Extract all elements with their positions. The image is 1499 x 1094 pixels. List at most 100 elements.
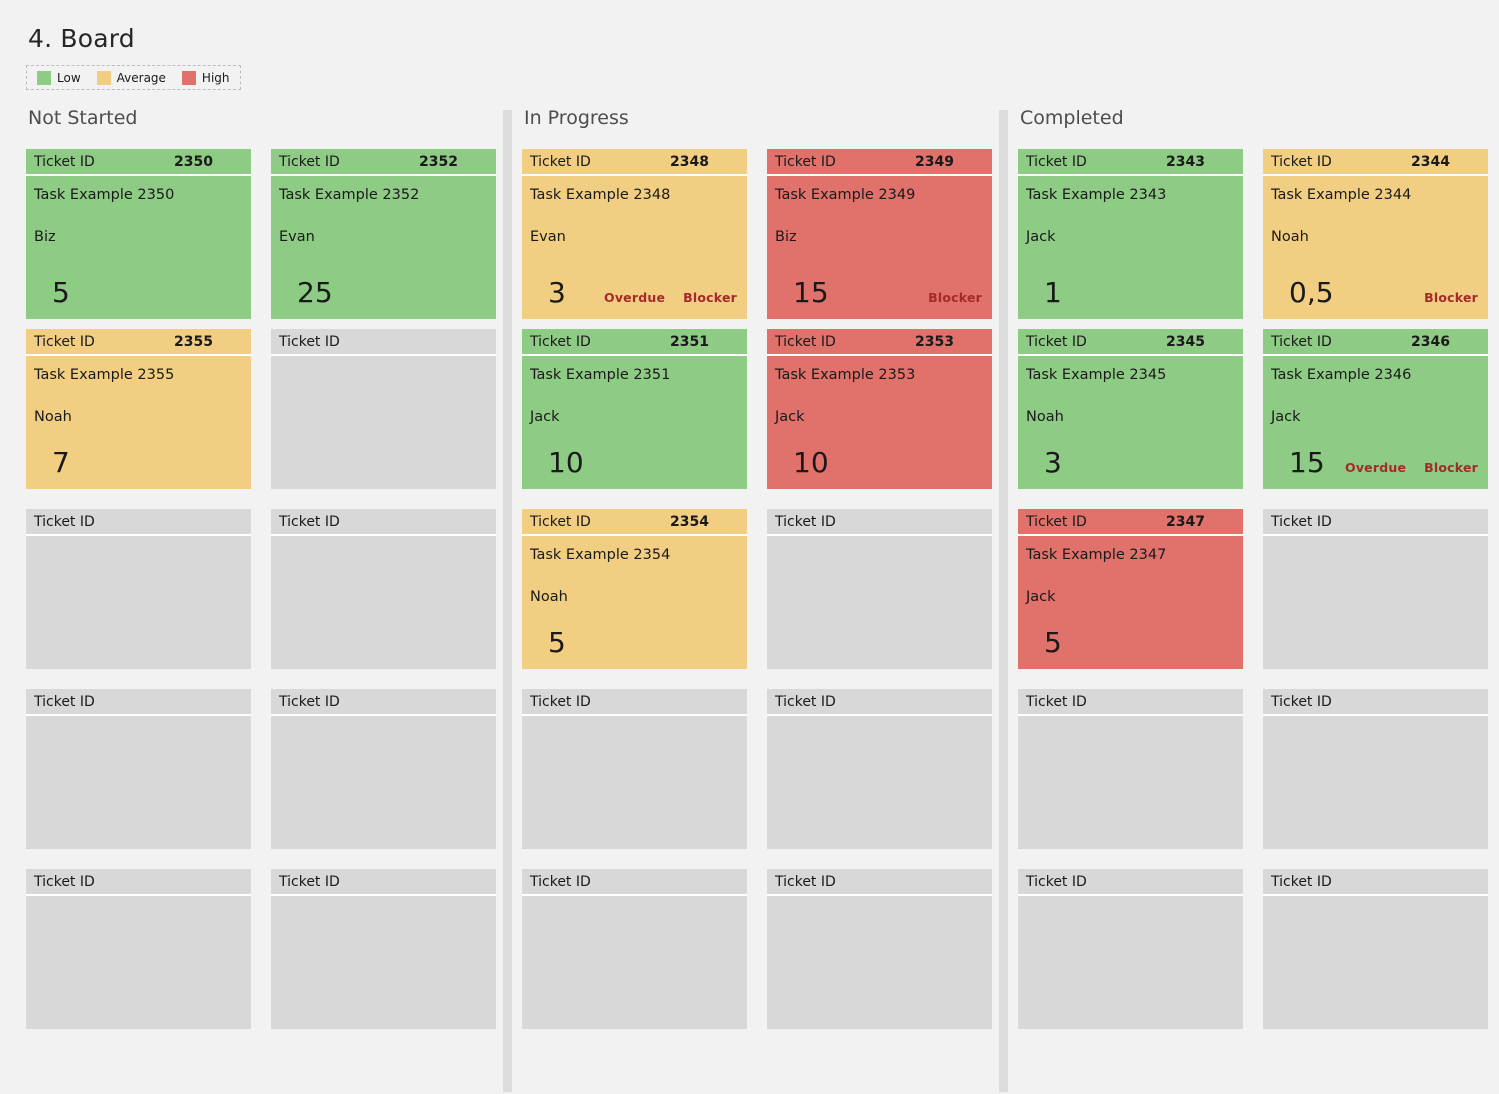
legend-label: High bbox=[201, 70, 230, 85]
card-owner: Jack bbox=[1271, 409, 1301, 425]
card-header: Ticket ID 2348 bbox=[522, 149, 747, 176]
card-footer: 3 bbox=[1026, 449, 1233, 477]
card-effort-value: 15 bbox=[793, 276, 829, 309]
card-body bbox=[522, 716, 747, 849]
ticket-id-value: 2352 bbox=[419, 153, 458, 170]
card-task-name: Task Example 2352 bbox=[279, 187, 420, 203]
card-body: Task Example 2343 Jack 1 bbox=[1018, 176, 1243, 319]
card-effort-value: 5 bbox=[548, 626, 566, 659]
card-task-name: Task Example 2344 bbox=[1271, 187, 1412, 203]
card-flags: Blocker bbox=[928, 290, 982, 305]
card-header: Ticket ID bbox=[1263, 869, 1488, 896]
ticket-id-label: Ticket ID bbox=[279, 513, 340, 530]
card-footer: 10 bbox=[775, 449, 982, 477]
card-owner: Jack bbox=[1026, 589, 1056, 605]
card-footer: 7 bbox=[34, 449, 241, 477]
card-task-name: Task Example 2351 bbox=[530, 367, 671, 383]
card-grid: Ticket ID 2343 Task Example 2343 Jack 1 Ticke… bbox=[1018, 149, 1488, 1029]
card-header: Ticket ID bbox=[1263, 689, 1488, 716]
ticket-card-empty[interactable]: Ticket ID bbox=[271, 689, 496, 849]
ticket-card-empty[interactable]: Ticket ID bbox=[271, 869, 496, 1029]
ticket-id-label: Ticket ID bbox=[34, 873, 95, 890]
legend-swatch-icon bbox=[181, 70, 196, 85]
card-body: Task Example 2348 Evan 3 Overdue Blocker bbox=[522, 176, 747, 319]
ticket-card[interactable]: Ticket ID 2353 Task Example 2353 Jack 10 bbox=[767, 329, 992, 489]
card-task-name: Task Example 2355 bbox=[34, 367, 175, 383]
card-effort-value: 7 bbox=[52, 446, 70, 479]
card-body: Task Example 2351 Jack 10 bbox=[522, 356, 747, 489]
card-header: Ticket ID bbox=[271, 869, 496, 896]
ticket-card[interactable]: Ticket ID 2345 Task Example 2345 Noah 3 bbox=[1018, 329, 1243, 489]
ticket-card-empty[interactable]: Ticket ID bbox=[26, 689, 251, 849]
ticket-id-label: Ticket ID bbox=[1026, 693, 1087, 710]
ticket-card-empty[interactable]: Ticket ID bbox=[1263, 689, 1488, 849]
ticket-id-value: 2347 bbox=[1166, 513, 1205, 530]
blocker-badge: Blocker bbox=[1424, 460, 1478, 475]
card-effort-value: 25 bbox=[297, 276, 333, 309]
card-effort-value: 5 bbox=[52, 276, 70, 309]
card-body bbox=[26, 716, 251, 849]
card-effort-value: 10 bbox=[548, 446, 584, 479]
card-grid: Ticket ID 2350 Task Example 2350 Biz 5 Ticket… bbox=[26, 149, 496, 1029]
blocker-badge: Blocker bbox=[928, 290, 982, 305]
ticket-id-value: 2349 bbox=[915, 153, 954, 170]
card-footer: 15 Overdue Blocker bbox=[1271, 449, 1478, 477]
card-task-name: Task Example 2354 bbox=[530, 547, 671, 563]
ticket-card-empty[interactable]: Ticket ID bbox=[522, 689, 747, 849]
card-body: Task Example 2352 Evan 25 bbox=[271, 176, 496, 319]
ticket-id-label: Ticket ID bbox=[1026, 153, 1087, 170]
ticket-id-label: Ticket ID bbox=[530, 513, 591, 530]
card-header: Ticket ID bbox=[26, 869, 251, 896]
card-owner: Noah bbox=[34, 409, 72, 425]
ticket-card[interactable]: Ticket ID 2352 Task Example 2352 Evan 25 bbox=[271, 149, 496, 319]
card-header: Ticket ID 2345 bbox=[1018, 329, 1243, 356]
card-header: Ticket ID bbox=[26, 509, 251, 536]
ticket-id-value: 2346 bbox=[1411, 333, 1450, 350]
ticket-id-label: Ticket ID bbox=[1026, 513, 1087, 530]
ticket-card-empty[interactable]: Ticket ID bbox=[1018, 869, 1243, 1029]
card-header: Ticket ID bbox=[767, 869, 992, 896]
ticket-card-empty[interactable]: Ticket ID bbox=[767, 869, 992, 1029]
ticket-card[interactable]: Ticket ID 2351 Task Example 2351 Jack 10 bbox=[522, 329, 747, 489]
ticket-id-label: Ticket ID bbox=[1271, 513, 1332, 530]
card-body: Task Example 2353 Jack 10 bbox=[767, 356, 992, 489]
ticket-id-label: Ticket ID bbox=[279, 693, 340, 710]
ticket-id-label: Ticket ID bbox=[1271, 333, 1332, 350]
ticket-card[interactable]: Ticket ID 2347 Task Example 2347 Jack 5 bbox=[1018, 509, 1243, 669]
ticket-card[interactable]: Ticket ID 2343 Task Example 2343 Jack 1 bbox=[1018, 149, 1243, 319]
ticket-card-empty[interactable]: Ticket ID bbox=[1018, 689, 1243, 849]
ticket-card[interactable]: Ticket ID 2346 Task Example 2346 Jack 15 Over… bbox=[1263, 329, 1488, 489]
card-body: Task Example 2355 Noah 7 bbox=[26, 356, 251, 489]
ticket-card-empty[interactable]: Ticket ID bbox=[1263, 509, 1488, 669]
ticket-id-label: Ticket ID bbox=[775, 333, 836, 350]
ticket-card-empty[interactable]: Ticket ID bbox=[767, 689, 992, 849]
card-header: Ticket ID bbox=[1018, 869, 1243, 896]
card-footer: 5 bbox=[530, 629, 737, 657]
ticket-card-empty[interactable]: Ticket ID bbox=[26, 509, 251, 669]
ticket-card-empty[interactable]: Ticket ID bbox=[26, 869, 251, 1029]
card-effort-value: 10 bbox=[793, 446, 829, 479]
card-footer: 0,5 Blocker bbox=[1271, 279, 1478, 307]
ticket-card[interactable]: Ticket ID 2348 Task Example 2348 Evan 3 Overd… bbox=[522, 149, 747, 319]
card-body bbox=[271, 716, 496, 849]
ticket-card-empty[interactable]: Ticket ID bbox=[271, 509, 496, 669]
ticket-card[interactable]: Ticket ID 2350 Task Example 2350 Biz 5 bbox=[26, 149, 251, 319]
card-footer: 3 Overdue Blocker bbox=[530, 279, 737, 307]
ticket-card[interactable]: Ticket ID 2349 Task Example 2349 Biz 15 Block… bbox=[767, 149, 992, 319]
card-effort-value: 5 bbox=[1044, 626, 1062, 659]
ticket-card-empty[interactable]: Ticket ID bbox=[767, 509, 992, 669]
card-body: Task Example 2344 Noah 0,5 Blocker bbox=[1263, 176, 1488, 319]
card-header: Ticket ID 2351 bbox=[522, 329, 747, 356]
ticket-card[interactable]: Ticket ID 2355 Task Example 2355 Noah 7 bbox=[26, 329, 251, 489]
ticket-card[interactable]: Ticket ID 2354 Task Example 2354 Noah 5 bbox=[522, 509, 747, 669]
ticket-card-empty[interactable]: Ticket ID bbox=[522, 869, 747, 1029]
ticket-id-label: Ticket ID bbox=[1271, 873, 1332, 890]
ticket-card-empty[interactable]: Ticket ID bbox=[1263, 869, 1488, 1029]
card-header: Ticket ID bbox=[271, 329, 496, 356]
card-footer: 1 bbox=[1026, 279, 1233, 307]
ticket-card-empty[interactable]: Ticket ID bbox=[271, 329, 496, 489]
card-body bbox=[271, 536, 496, 669]
card-body bbox=[522, 896, 747, 1029]
card-header: Ticket ID bbox=[767, 509, 992, 536]
ticket-card[interactable]: Ticket ID 2344 Task Example 2344 Noah 0,5 Blo… bbox=[1263, 149, 1488, 319]
